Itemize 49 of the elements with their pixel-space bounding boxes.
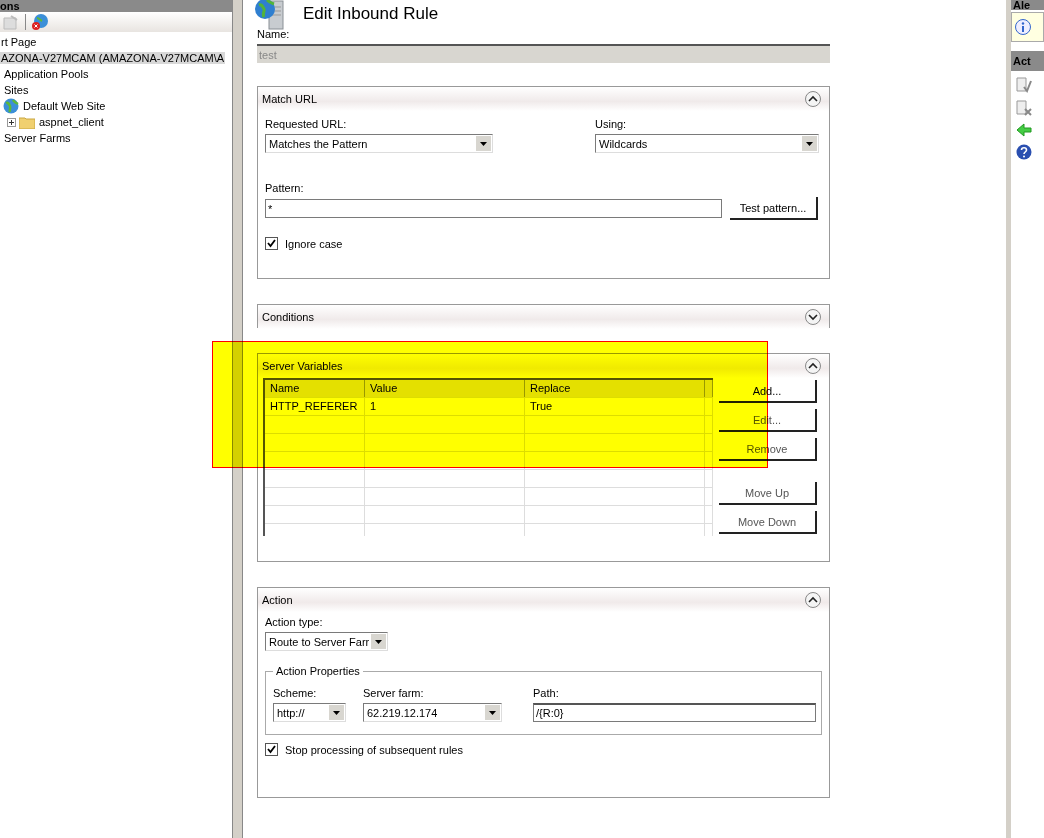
delete-document-icon[interactable] bbox=[1016, 100, 1032, 116]
field-label: Action type: bbox=[265, 616, 324, 628]
panel-title: Act bbox=[1013, 55, 1031, 67]
checkbox-label: Stop processing of subsequent rules bbox=[285, 743, 463, 756]
path-field[interactable]: /{R:0} bbox=[533, 703, 816, 722]
dropdown[interactable]: Route to Server Farr bbox=[265, 632, 389, 651]
field-label: Server farm: bbox=[363, 687, 425, 699]
tree-item[interactable]: Application Pools bbox=[3, 68, 90, 80]
globe-icon bbox=[3, 98, 19, 114]
field-label: Pattern: bbox=[265, 182, 305, 194]
section-title: Server Variables bbox=[262, 360, 343, 372]
pattern-field[interactable]: * bbox=[265, 199, 722, 218]
chevron-icon[interactable] bbox=[805, 592, 821, 608]
field-label: Path: bbox=[533, 687, 560, 699]
help-icon[interactable] bbox=[1016, 144, 1032, 160]
tree-item[interactable]: aspnet_client bbox=[38, 116, 105, 128]
group-title: Action Properties bbox=[275, 665, 361, 677]
checkbox-label: Ignore case bbox=[285, 237, 343, 250]
tree-item[interactable]: Default Web Site bbox=[22, 100, 107, 112]
edit-document-icon[interactable] bbox=[1016, 77, 1032, 93]
tree-item[interactable]: Server Farms bbox=[3, 132, 72, 144]
tree-item[interactable]: Sites bbox=[3, 84, 30, 96]
expand-icon[interactable] bbox=[7, 117, 16, 127]
checkbox[interactable] bbox=[265, 743, 278, 756]
test-pattern-button[interactable]: Test pattern... bbox=[730, 197, 818, 220]
dropdown[interactable]: Wildcards bbox=[595, 134, 819, 153]
page-title: Edit Inbound Rule bbox=[303, 4, 439, 24]
info-icon bbox=[1015, 19, 1031, 35]
folder-icon bbox=[19, 115, 35, 129]
field-label: Name: bbox=[257, 28, 291, 40]
section-title: Conditions bbox=[262, 311, 314, 323]
panel-title: ons bbox=[0, 0, 20, 12]
chevron-icon[interactable] bbox=[805, 358, 821, 374]
section-title: Match URL bbox=[262, 93, 318, 105]
chevron-icon[interactable] bbox=[805, 309, 821, 325]
dropdown[interactable]: 62.219.12.174 bbox=[363, 703, 502, 722]
tree-item[interactable]: rt Page bbox=[0, 36, 38, 48]
chevron-icon[interactable] bbox=[805, 91, 821, 107]
globe-disconnect-icon[interactable] bbox=[31, 13, 49, 31]
back-arrow-icon[interactable] bbox=[1016, 123, 1032, 137]
panel-title: Ale bbox=[1013, 0, 1031, 11]
field-label: Using: bbox=[595, 118, 628, 130]
field-label: Requested URL: bbox=[265, 118, 348, 130]
checkbox[interactable] bbox=[265, 237, 278, 250]
section-title: Action bbox=[262, 594, 293, 606]
field-label: Scheme: bbox=[273, 687, 318, 699]
dropdown[interactable]: http:// bbox=[273, 703, 346, 722]
dropdown[interactable]: Matches the Pattern bbox=[265, 134, 493, 153]
tree-item[interactable]: AZONA-V27MCAM (AMAZONA-V27MCAM\A bbox=[0, 52, 226, 64]
